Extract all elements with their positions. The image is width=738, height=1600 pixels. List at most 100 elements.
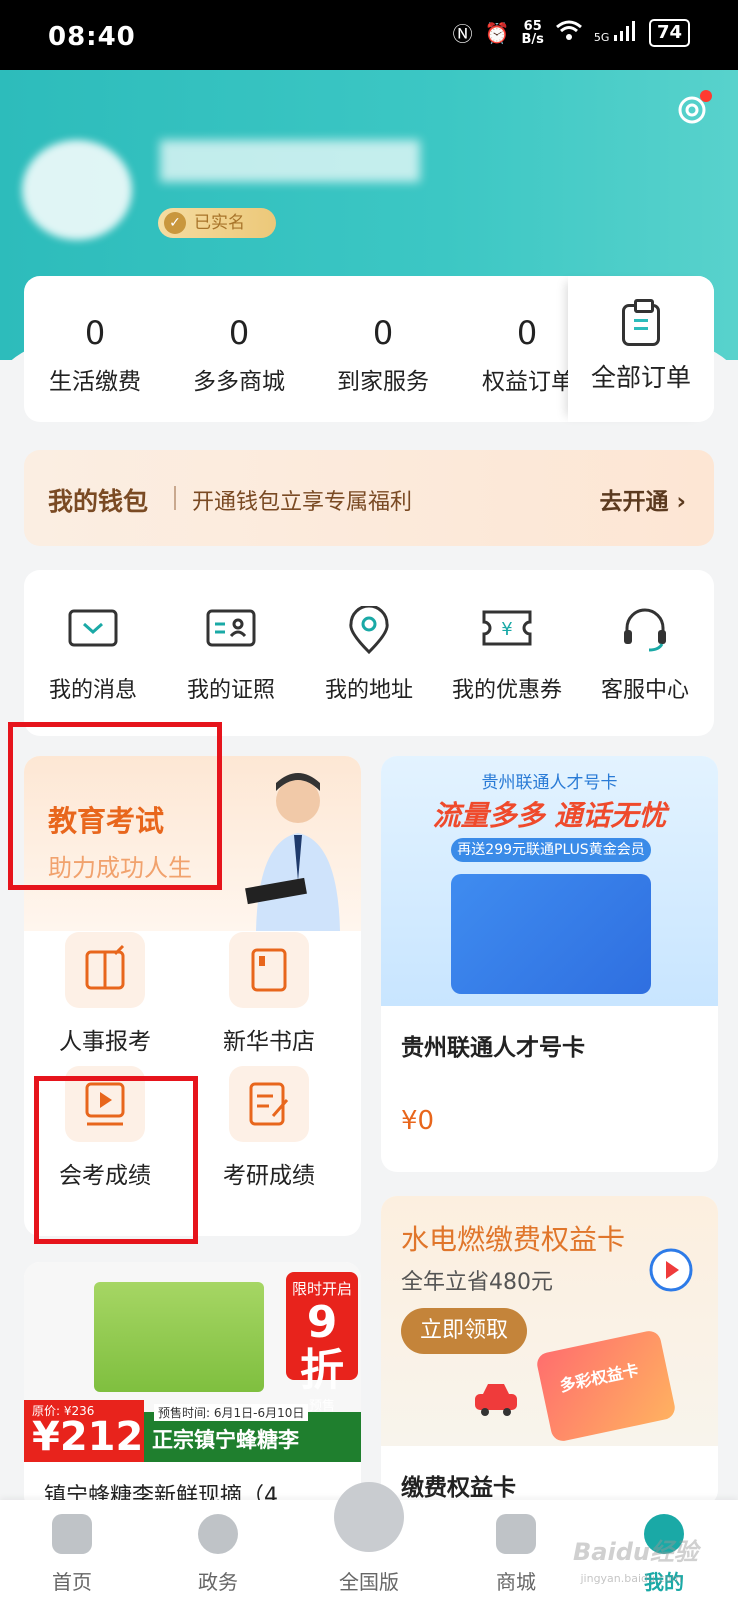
- service-label: 我的地址: [324, 678, 413, 703]
- status-bar: 08:40 Ⓝ ⏰ 65 B/s 5G 74: [0, 0, 738, 70]
- sim-name: 贵州联通人才号卡: [401, 1035, 585, 1061]
- order-home-service[interactable]: 0 到家服务: [318, 314, 448, 396]
- home-icon: [52, 1514, 92, 1554]
- wallet-banner[interactable]: 我的钱包 开通钱包立享专属福利 去开通 ›: [24, 450, 714, 546]
- edu-item-label: 考研成绩: [223, 1163, 315, 1189]
- order-rights[interactable]: 0 权益订单: [462, 314, 568, 396]
- order-label: 到家服务: [337, 369, 429, 395]
- all-orders-label: 全部订单: [590, 363, 691, 392]
- notification-dot: [700, 90, 712, 102]
- username-blurred: [160, 140, 420, 182]
- order-count: 0: [516, 314, 538, 352]
- message-icon: [67, 606, 119, 650]
- edu-item-label: 人事报考: [59, 1029, 151, 1055]
- net-speed: 65 B/s: [521, 18, 544, 47]
- play-icon: [649, 1248, 693, 1292]
- edu-kaoyan-score[interactable]: 考研成绩: [194, 1066, 344, 1190]
- service-customer-center[interactable]: 客服中心: [576, 606, 714, 704]
- service-certificates[interactable]: 我的证照: [162, 606, 300, 704]
- utility-sub: 全年立省480元: [401, 1270, 553, 1295]
- edu-item-label: 新华书店: [223, 1029, 315, 1055]
- svg-text:¥: ¥: [501, 619, 512, 640]
- utility-banner: 水电燃缴费权益卡 全年立省480元 立即领取 多彩权益卡: [381, 1196, 718, 1446]
- service-messages[interactable]: 我的消息: [24, 606, 162, 704]
- nav-government[interactable]: 政务: [158, 1514, 278, 1595]
- claim-button[interactable]: 立即领取: [401, 1308, 527, 1354]
- location-icon: [343, 604, 395, 655]
- settings-button[interactable]: [672, 90, 712, 130]
- presale-time: 预售时间: 6月1日-6月10日: [154, 1404, 309, 1421]
- highlight-box-education: [8, 722, 222, 890]
- order-count: 0: [84, 314, 106, 352]
- service-coupons[interactable]: ¥ 我的优惠券: [438, 606, 576, 704]
- nav-label: 首页: [52, 1570, 92, 1594]
- nav-label: 全国版: [339, 1570, 399, 1594]
- product-slogan: 正宗镇宁蜂糖李: [152, 1428, 299, 1452]
- verified-badge: ✓ 已实名: [158, 208, 276, 238]
- order-mall[interactable]: 0 多多商城: [174, 314, 304, 396]
- headset-icon: [619, 606, 671, 652]
- store-icon: [496, 1514, 536, 1554]
- all-orders-button[interactable]: 全部订单: [568, 276, 714, 422]
- product-image: 限时开启 9折 预售 原价: ¥236 ¥212 预售时间: 6月1日-6月10…: [24, 1262, 361, 1462]
- coupon-icon: ¥: [481, 606, 533, 650]
- orders-card: 0 生活缴费 0 多多商城 0 到家服务 0 权益订单 全部订单: [24, 276, 714, 422]
- wifi-icon: [555, 19, 582, 46]
- watermark: Baidu经验: [573, 1538, 698, 1566]
- order-label: 权益订单: [482, 369, 568, 395]
- verified-check-icon: ✓: [164, 212, 186, 234]
- service-label: 我的优惠券: [451, 678, 562, 703]
- product-card[interactable]: 限时开启 9折 预售 原价: ¥236 ¥212 预售时间: 6月1日-6月10…: [24, 1262, 361, 1512]
- edu-personnel-exam[interactable]: 人事报考: [30, 932, 180, 1056]
- watermark-url: jingyan.baidu.com: [580, 1572, 682, 1585]
- government-icon: [198, 1514, 238, 1554]
- order-count: 0: [228, 314, 250, 352]
- divider: [174, 486, 176, 510]
- clipboard-icon: [622, 299, 660, 346]
- nav-national[interactable]: 全国版: [309, 1514, 429, 1595]
- order-life-payment[interactable]: 0 生活缴费: [30, 314, 160, 396]
- avatar[interactable]: [22, 140, 132, 240]
- wallet-open-link[interactable]: 去开通 ›: [600, 482, 687, 516]
- status-time: 08:40: [48, 22, 136, 52]
- status-icons: Ⓝ ⏰ 65 B/s 5G 74: [453, 18, 690, 47]
- sim-sub: 再送299元联通PLUS黄金会员: [451, 838, 651, 862]
- edit-doc-icon: [229, 1066, 309, 1142]
- order-count: 0: [372, 314, 394, 352]
- nav-store[interactable]: 商城: [456, 1514, 576, 1595]
- nfc-icon: Ⓝ: [452, 22, 473, 46]
- battery-indicator: 74: [648, 18, 690, 47]
- car-icon: [475, 1384, 517, 1416]
- service-label: 我的消息: [48, 678, 137, 703]
- nav-home[interactable]: 首页: [12, 1514, 132, 1595]
- utility-rights-card[interactable]: 水电燃缴费权益卡 全年立省480元 立即领取 多彩权益卡 缴费权益卡: [381, 1196, 718, 1506]
- sim-brand: 贵州联通人才号卡: [481, 773, 618, 793]
- sim-card-banner: 贵州联通人才号卡 流量多多 通话无忧 再送299元联通PLUS黄金会员: [381, 756, 718, 1006]
- personnel-exam-icon: [65, 932, 145, 1008]
- teacher-illustration: [245, 773, 340, 931]
- sim-card-product[interactable]: 贵州联通人才号卡 流量多多 通话无忧 再送299元联通PLUS黄金会员 贵州联通…: [381, 756, 718, 1172]
- fruit-box-illustration: [94, 1282, 264, 1392]
- rights-card-illustration: 多彩权益卡: [535, 1328, 677, 1444]
- wallet-desc: 开通钱包立享专属福利: [192, 490, 413, 515]
- nav-label: 政务: [198, 1570, 238, 1594]
- service-address[interactable]: 我的地址: [300, 604, 438, 704]
- utility-name: 缴费权益卡: [401, 1475, 516, 1501]
- service-label: 客服中心: [600, 678, 689, 703]
- signal-icon: 5G: [594, 21, 637, 44]
- id-card-icon: [205, 606, 257, 650]
- sim-price: ¥0: [401, 1106, 435, 1136]
- services-grid: 我的消息 我的证照 我的地址 ¥ 我的优惠券 客服中心: [24, 570, 714, 736]
- order-label: 生活缴费: [49, 369, 141, 395]
- bookstore-icon: [229, 932, 309, 1008]
- promo-badge: 限时开启 9折 预售: [286, 1272, 358, 1414]
- utility-headline: 水电燃缴费权益卡: [401, 1223, 626, 1256]
- wallet-title: 我的钱包: [48, 487, 149, 516]
- apps-folder-illustration: [451, 874, 651, 994]
- sim-headline: 流量多多 通话无忧: [432, 799, 667, 832]
- highlight-box-huikao: [34, 1076, 198, 1244]
- edu-xinhua-bookstore[interactable]: 新华书店: [194, 932, 344, 1056]
- order-label: 多多商城: [193, 369, 285, 395]
- product-price-box: 原价: ¥236 ¥212: [24, 1400, 144, 1462]
- nav-label: 商城: [496, 1570, 536, 1594]
